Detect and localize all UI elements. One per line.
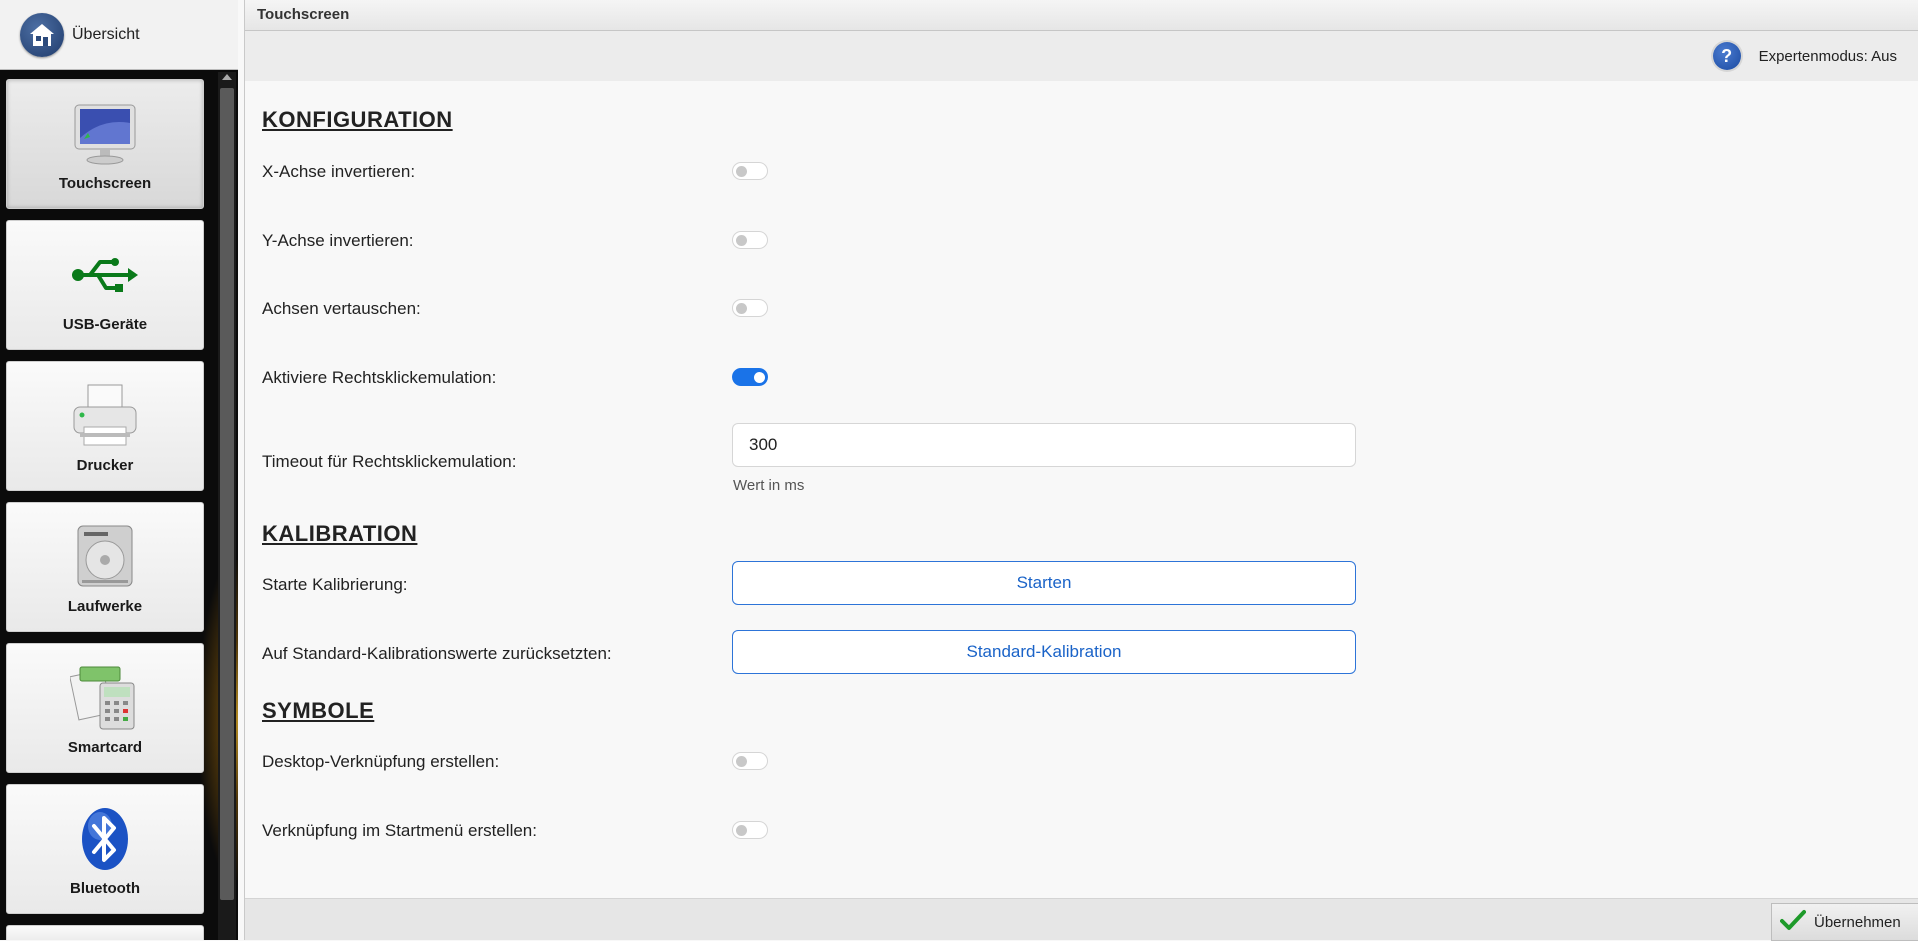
sidebar-item-label: USB-Geräte — [62, 316, 148, 333]
sidebar-item-label: Bluetooth — [70, 880, 140, 897]
invert-y-toggle[interactable] — [732, 231, 768, 249]
title-bar: Touchscreen — [245, 0, 1918, 31]
desktop-shortcut-label: Desktop-Verknüpfung erstellen: — [262, 752, 500, 771]
sidebar-item-label: Laufwerke — [67, 598, 143, 615]
invert-x-label: X-Achse invertieren: — [262, 162, 416, 181]
sidebar-item-partial[interactable] — [6, 925, 204, 940]
usb-icon — [69, 240, 141, 310]
start-calibration-label: Starte Kalibrierung: — [262, 575, 408, 594]
reset-calibration-label: Auf Standard-Kalibrationswerte zurückset… — [262, 644, 612, 663]
expert-mode-toggle[interactable]: Expertenmodus: Aus — [1759, 48, 1897, 65]
sidebar-item-laufwerke[interactable]: Laufwerke — [6, 502, 204, 632]
monitor-icon — [69, 99, 141, 169]
bluetooth-icon — [69, 804, 141, 874]
toggle-knob — [736, 235, 747, 246]
desktop-shortcut-toggle[interactable] — [732, 752, 768, 770]
scroll-up-icon[interactable] — [222, 74, 232, 80]
expert-mode-bar: ? Expertenmodus: Aus — [245, 31, 1918, 81]
sidebar-tiles: Touchscreen USB-Geräte Drucker Laufwerke… — [6, 79, 204, 940]
sidebar-item-label: Smartcard — [67, 739, 143, 756]
standard-calibration-button[interactable]: Standard-Kalibration — [732, 630, 1356, 674]
sidebar-item-drucker[interactable]: Drucker — [6, 361, 204, 491]
footer-bar: Übernehmen — [245, 898, 1918, 941]
sidebar-item-smartcard[interactable]: Smartcard — [6, 643, 204, 773]
toggle-knob — [736, 756, 747, 767]
apply-button[interactable]: Übernehmen — [1771, 903, 1918, 941]
toggle-knob — [736, 825, 747, 836]
sidebar-item-label: Touchscreen — [58, 175, 152, 192]
sidebar: Übersicht Touchscreen USB-Geräte Drucker… — [0, 0, 238, 940]
home-label: Übersicht — [72, 25, 140, 43]
sidebar-scrollbar[interactable] — [218, 72, 236, 940]
startmenu-shortcut-label: Verknüpfung im Startmenü erstellen: — [262, 821, 537, 840]
toggle-knob — [736, 166, 747, 177]
printer-icon — [69, 381, 141, 451]
timeout-hint: Wert in ms — [733, 477, 805, 494]
swap-axes-label: Achsen vertauschen: — [262, 299, 421, 318]
scrollbar-thumb[interactable] — [220, 88, 234, 900]
section-title-kalibration: KALIBRATION — [262, 521, 418, 546]
toggle-knob — [736, 303, 747, 314]
help-icon[interactable]: ? — [1712, 42, 1741, 70]
smartcard-icon — [69, 663, 141, 733]
invert-x-toggle[interactable] — [732, 162, 768, 180]
right-click-label: Aktiviere Rechtsklickemulation: — [262, 368, 497, 387]
apply-label: Übernehmen — [1814, 913, 1901, 931]
swap-axes-toggle[interactable] — [732, 299, 768, 317]
checkmark-icon — [1780, 909, 1806, 936]
section-title-symbole: SYMBOLE — [262, 698, 375, 723]
right-click-toggle[interactable] — [732, 368, 768, 386]
sidebar-item-label: Drucker — [76, 457, 134, 474]
startmenu-shortcut-toggle[interactable] — [732, 821, 768, 839]
timeout-input[interactable] — [732, 423, 1356, 467]
start-calibration-button[interactable]: Starten — [732, 561, 1356, 605]
hard-drive-icon — [69, 522, 141, 592]
main-panel: Touchscreen ? Expertenmodus: Aus KONFIGU… — [244, 0, 1918, 941]
home-button[interactable]: Übersicht — [0, 0, 238, 70]
home-icon — [20, 12, 64, 57]
sidebar-item-usb-geraete[interactable]: USB-Geräte — [6, 220, 204, 350]
toggle-knob — [754, 372, 765, 383]
sidebar-item-bluetooth[interactable]: Bluetooth — [6, 784, 204, 914]
timeout-label: Timeout für Rechtsklickemulation: — [262, 452, 517, 471]
page-title: Touchscreen — [257, 6, 350, 23]
invert-y-label: Y-Achse invertieren: — [262, 231, 414, 250]
section-title-konfiguration: KONFIGURATION — [262, 107, 453, 132]
sidebar-item-touchscreen[interactable]: Touchscreen — [6, 79, 204, 209]
